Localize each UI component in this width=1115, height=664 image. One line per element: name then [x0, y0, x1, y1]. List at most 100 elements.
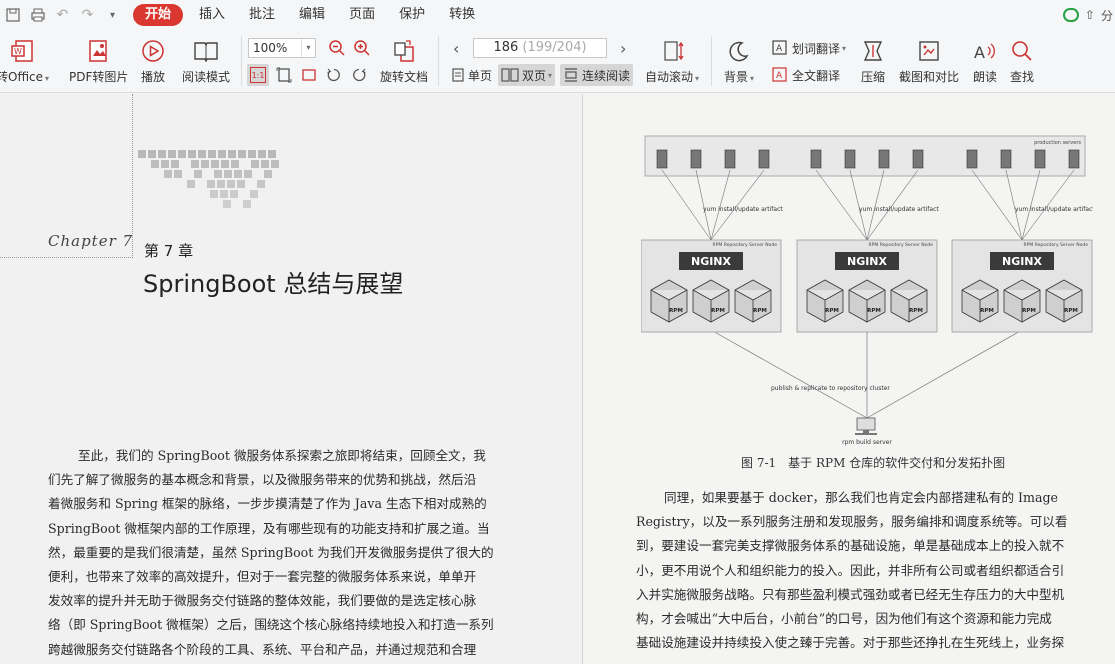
publish-label: publish & replicate to repository cluste… [771, 385, 890, 392]
full-translate-button[interactable]: A 全文翻译 [768, 64, 843, 86]
server-icon [1000, 149, 1012, 169]
server-icon [1068, 149, 1080, 169]
undo-icon[interactable]: ↶ [50, 0, 75, 30]
text-line: 发效率的提升并无助于微服务交付链路的整体效能，我们要做的是选定核心脉 [48, 593, 477, 609]
rpm-label: RPM [669, 308, 683, 314]
book-icon [194, 42, 218, 62]
rotate-right-button[interactable] [348, 64, 370, 86]
tab-edit[interactable]: 编辑 [287, 4, 337, 26]
nginx-logo: NGINX [691, 255, 732, 268]
zoom-in-button[interactable] [350, 37, 374, 59]
svg-text:W: W [14, 47, 22, 56]
search-icon [1012, 41, 1032, 61]
right-page: production servers yum install/update ar… [582, 94, 1115, 664]
text-line: 入并实施微服务战略。只有那些盈利模式强劲或者已经无生存压力的大中型机 [636, 586, 1065, 602]
save-icon[interactable] [0, 0, 25, 30]
compress-button[interactable]: 压缩 [861, 38, 885, 85]
node-label: RPM Repository Server Node [869, 242, 934, 248]
chevron-down-icon[interactable]: ▾ [301, 39, 315, 57]
pixel-block [171, 160, 179, 168]
previous-page-icon[interactable]: ‹ [450, 37, 462, 59]
zoom-out-button[interactable] [325, 37, 349, 59]
fit-width-button[interactable] [298, 64, 320, 86]
pixel-block [250, 190, 258, 198]
figure-caption: 图 7-1 基于 RPM 仓库的软件交付和分发拓扑图 [741, 456, 1006, 470]
yum-label: yum install/update artifact [859, 206, 939, 213]
rotate-document-button[interactable]: 旋转文档 [380, 38, 428, 85]
double-page-button[interactable]: 双页 ▾ [498, 64, 556, 86]
fit-page-button[interactable] [273, 64, 295, 86]
repository-nodes: RPM Repository Server NodeNGINXRPM RPM RPM… [641, 239, 1093, 333]
pdf-to-image-button[interactable]: PDF转图片 [69, 38, 128, 85]
pixel-block [178, 150, 186, 158]
pixel-block [217, 180, 225, 188]
left-body-text: 至此，我们的 SpringBoot 微服务体系探索之旅即将结束，回顾全文，我 们… [48, 444, 520, 662]
pixel-block [188, 150, 196, 158]
screenshot-compare-button[interactable]: 截图和对比 [899, 38, 959, 85]
rotate-left-button[interactable] [323, 64, 345, 86]
moon-icon [729, 41, 749, 62]
pixel-block [261, 160, 269, 168]
word-convert-icon: W [10, 40, 33, 62]
single-page-icon [452, 68, 464, 82]
word-translate-button[interactable]: A 划词翻译 ▾ [768, 37, 849, 59]
build-server-label: rpm build server [842, 439, 892, 446]
tab-insert[interactable]: 插入 [187, 4, 237, 26]
print-icon[interactable] [25, 0, 50, 30]
server-icon [690, 149, 702, 169]
actual-size-button[interactable]: 1:1 [247, 64, 269, 86]
document-viewport[interactable]: Chapter 7 第 7 章 SpringBoot 总结与展望 至此，我们的 … [0, 94, 1115, 664]
pixel-block [231, 160, 239, 168]
read-aloud-button[interactable]: A 朗读 [972, 38, 998, 85]
chapter-title: SpringBoot 总结与展望 [143, 270, 404, 298]
next-page-icon[interactable]: › [617, 37, 629, 59]
pixel-block [238, 150, 246, 158]
pixel-block [191, 160, 199, 168]
yum-label: yum install/update artifact [1015, 206, 1093, 213]
single-page-button[interactable]: 单页 [448, 64, 495, 86]
rpm-label: RPM [867, 308, 881, 314]
text-line: 小，更不用说个人和组织能力的投入。因此，并非所有公司或者组织都适合引 [636, 562, 1065, 578]
customize-dropdown-icon[interactable]: ▾ [100, 0, 125, 30]
fit-width-icon [302, 69, 316, 81]
pixel-block [207, 180, 215, 188]
tab-start[interactable]: 开始 [133, 4, 184, 26]
pixel-block [201, 160, 209, 168]
redo-icon[interactable]: ↷ [75, 0, 100, 30]
tab-annotate[interactable]: 批注 [237, 4, 287, 26]
share-icon[interactable]: ⇧ [1085, 8, 1095, 22]
play-button[interactable]: 播放 [141, 38, 165, 85]
continuous-reading-button[interactable]: 连续阅读 [560, 64, 634, 86]
pixel-block [161, 160, 169, 168]
text-line: 然，最重要的是我们很清楚，虽然 SpringBoot 为我们开发微服务提供了很大… [48, 544, 494, 560]
zoom-select[interactable]: 100% ▾ [248, 38, 316, 58]
pixel-block [218, 150, 226, 158]
pixel-block [264, 170, 272, 178]
read-aloud-icon: A [974, 43, 995, 62]
tab-convert[interactable]: 转换 [437, 4, 487, 26]
pixel-block [211, 160, 219, 168]
background-button[interactable]: 背景 ▾ [724, 38, 754, 85]
text-line: 基础设施建设并持续投入使之臻于完善。对于那些还挣扎在生死线上，业务探 [636, 635, 1065, 651]
server-icon [656, 149, 668, 169]
auto-scroll-button[interactable]: 自动滚动 ▾ [645, 38, 699, 85]
read-mode-button[interactable]: 阅读模式 [182, 38, 230, 85]
tab-page[interactable]: 页面 [337, 4, 387, 26]
cloud-sync-icon[interactable] [1062, 8, 1079, 22]
page-number-input[interactable]: 186 (199/204) [473, 38, 607, 58]
pixel-block [224, 170, 232, 178]
zoom-out-icon [329, 40, 345, 56]
yum-label: yum install/update artifact [703, 206, 783, 213]
search-button[interactable]: 查找 [1010, 38, 1034, 85]
build-server-icon [855, 417, 877, 435]
text-line: SpringBoot 微框架内部的工作原理，及有哪些现有的功能支持和扩展之道。当 [48, 520, 490, 536]
rotate-right-icon [353, 68, 366, 82]
server-icon [966, 149, 978, 169]
share-label[interactable]: 分 [1101, 7, 1113, 24]
image-convert-icon [88, 40, 107, 62]
pixel-block [174, 170, 182, 178]
pixel-block [187, 180, 195, 188]
tab-protect[interactable]: 保护 [387, 4, 437, 26]
screenshot-icon [919, 41, 939, 61]
to-office-button[interactable]: W 转Office ▾ [0, 38, 49, 85]
